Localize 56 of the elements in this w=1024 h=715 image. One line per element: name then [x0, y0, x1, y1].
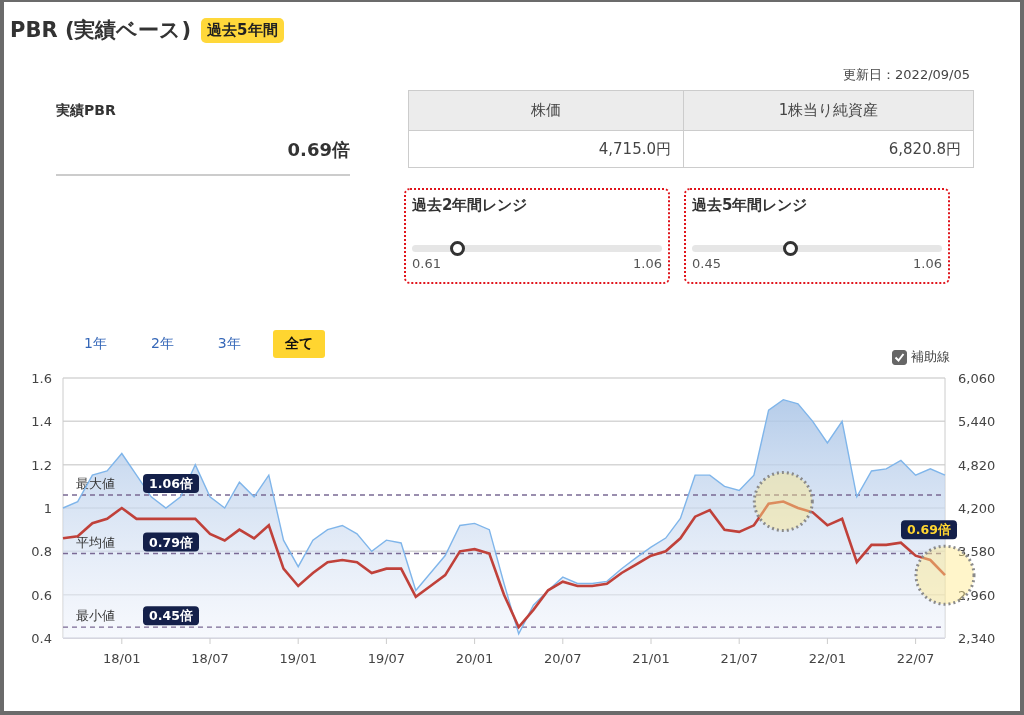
- period-tab[interactable]: 2年: [138, 330, 186, 358]
- annotation: 1.06倍: [149, 476, 193, 491]
- reference-label: 平均値: [76, 534, 115, 550]
- highlight-circle: [752, 471, 814, 532]
- reference-label: 最小値: [76, 608, 115, 624]
- y2-axis-label: 2,340: [958, 631, 996, 646]
- x-axis-label: 20/07: [544, 651, 582, 666]
- table-cell: 6,820.8円: [683, 130, 974, 168]
- x-axis-label: 19/01: [279, 651, 317, 666]
- x-axis-label: 19/07: [367, 651, 406, 666]
- table-cell: 4,715.0円: [408, 130, 684, 168]
- y-axis-label: 0.6: [31, 587, 52, 603]
- updated-date: 更新日：2022/09/05: [843, 66, 970, 84]
- period-tab[interactable]: 1年: [72, 330, 119, 358]
- range-title: 過去5年間レンジ: [692, 196, 809, 215]
- y2-axis-label: 3,580: [958, 544, 996, 560]
- range-min: 0.45: [692, 256, 721, 271]
- range-max: 1.06: [913, 256, 942, 271]
- x-axis-label: 21/01: [632, 651, 670, 666]
- y-axis-label: 0.4: [31, 631, 52, 646]
- period-tab[interactable]: 3年: [205, 330, 253, 358]
- page-title: PBR (実績ベース): [10, 17, 192, 44]
- y2-axis-label: 4,200: [958, 501, 996, 516]
- y-axis-label: 1.4: [31, 414, 52, 430]
- guide-lines-toggle[interactable]: 補助線: [892, 348, 950, 366]
- x-axis-label: 18/01: [103, 651, 141, 666]
- range-max: 1.06: [633, 256, 662, 271]
- y2-axis-label: 5,440: [958, 414, 996, 430]
- y-axis-label: 0.8: [31, 544, 52, 560]
- period-badge: 過去5年間: [201, 17, 284, 43]
- y-axis-label: 1.2: [31, 457, 52, 473]
- checkbox[interactable]: [892, 349, 907, 365]
- value-tag: 0.45倍: [143, 606, 199, 626]
- pbr-label: 実績PBR: [56, 102, 117, 120]
- x-axis-label: 18/07: [191, 651, 229, 666]
- y2-axis-label: 4,820: [958, 457, 996, 473]
- y2-axis-label: 6,060: [958, 371, 996, 386]
- annotation: 0.79倍: [149, 534, 193, 550]
- x-axis-label: 22/07: [896, 651, 935, 666]
- x-axis-label: 21/07: [720, 651, 758, 666]
- column-header: 株価: [408, 90, 684, 131]
- column-header: 1株当り純資産: [683, 90, 974, 131]
- y-axis-label: 1: [43, 501, 52, 516]
- annotation: 0.69倍: [907, 522, 951, 538]
- check-icon: [894, 351, 905, 363]
- y2-axis-label: 2,960: [958, 587, 996, 603]
- pbr-value: 0.69倍: [56, 138, 350, 176]
- value-tag: 1.06倍: [143, 474, 199, 493]
- period-tab[interactable]: 全て: [272, 330, 325, 358]
- x-axis-label: 22/01: [808, 651, 847, 666]
- range-title: 過去2年間レンジ: [412, 196, 529, 215]
- annotation: 0.45倍: [149, 608, 193, 624]
- y-axis-label: 1.6: [31, 371, 52, 386]
- current-value-tag: 0.69倍: [901, 520, 957, 540]
- x-axis-label: 20/01: [455, 651, 494, 666]
- range-min: 0.61: [412, 256, 441, 271]
